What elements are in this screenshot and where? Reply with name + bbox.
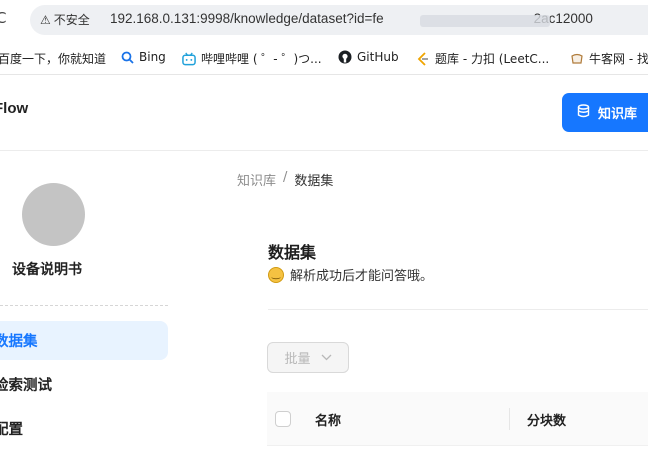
column-header-name[interactable]: 名称	[315, 410, 341, 429]
brand-logo-text[interactable]: Flow	[0, 100, 28, 117]
sidebar-item-retrieval-test[interactable]: 检索测试	[0, 365, 168, 404]
select-all-checkbox[interactable]	[275, 411, 291, 427]
url-field[interactable]: ⚠ 不安全 192.168.0.131:9998/knowledge/datas…	[30, 5, 648, 35]
github-icon	[338, 50, 352, 64]
bookmark-leetcode[interactable]: 题库 - 力扣 (LeetC...	[416, 50, 549, 67]
sidebar-item-label: 数据集	[0, 334, 38, 350]
bookmarks-bar: 百度一下，你就知道 Bing 哔哩哔哩 ( ゜- ゜)つ... GitHub 题…	[0, 40, 648, 75]
smile-icon: ‿	[268, 266, 284, 283]
sidebar-item-settings[interactable]: 配置	[0, 409, 168, 448]
bookmark-bing[interactable]: Bing	[120, 50, 166, 64]
knowledge-base-label: 知识库	[598, 107, 638, 122]
column-header-chunks[interactable]: 分块数	[527, 410, 566, 429]
bookmark-label: 百度一下，你就知道	[0, 52, 107, 66]
breadcrumb-current: 数据集	[294, 174, 334, 189]
bookmark-label: GitHub	[357, 50, 399, 64]
breadcrumb-root[interactable]: 知识库	[237, 170, 276, 189]
bookmark-github[interactable]: GitHub	[338, 50, 399, 64]
content-divider	[268, 309, 648, 310]
nowcoder-icon	[570, 52, 584, 66]
leetcode-icon	[416, 51, 430, 66]
bookmark-baidu[interactable]: 百度一下，你就知道	[0, 50, 106, 67]
sidebar-item-label: 配置	[0, 422, 23, 438]
database-icon	[577, 103, 590, 122]
page-subtitle: ‿ 解析成功后才能问答哦。	[268, 265, 433, 284]
dataset-avatar	[22, 183, 85, 246]
sidebar-item-dataset[interactable]: 数据集	[0, 321, 168, 360]
bilibili-icon	[182, 52, 196, 66]
app-header: Flow 知识库	[0, 76, 648, 151]
bookmark-bilibili[interactable]: 哔哩哔哩 ( ゜- ゜)つ...	[182, 50, 322, 67]
search-icon	[120, 50, 134, 64]
redacted-url-segment	[420, 15, 550, 27]
sidebar: 设备说明书 数据集 检索测试 配置	[0, 151, 185, 450]
bookmark-nowcoder[interactable]: 牛客网 - 找	[570, 50, 648, 67]
bookmark-label: Bing	[139, 50, 166, 64]
page-title: 数据集	[268, 243, 317, 262]
sidebar-item-label: 检索测试	[0, 378, 52, 394]
security-label: 不安全	[53, 13, 90, 27]
subtitle-text: 解析成功后才能问答哦。	[290, 269, 434, 284]
bookmark-label: 题库 - 力扣 (LeetC...	[435, 52, 550, 66]
breadcrumb: 知识库 / 数据集	[237, 170, 333, 189]
bookmark-label: 哔哩哔哩 ( ゜- ゜)つ...	[201, 52, 322, 66]
chevron-down-icon	[321, 350, 332, 365]
knowledge-base-button[interactable]: 知识库	[562, 93, 648, 132]
sidebar-divider	[0, 305, 168, 306]
warning-icon: ⚠	[40, 12, 51, 27]
bookmark-label: 牛客网 - 找	[589, 52, 648, 66]
batch-button[interactable]: 批量	[267, 342, 349, 373]
breadcrumb-separator: /	[283, 170, 288, 185]
column-separator	[509, 408, 510, 430]
security-indicator[interactable]: ⚠ 不安全	[40, 11, 90, 28]
table-header: 名称 分块数	[267, 392, 648, 446]
browser-address-bar: C ⚠ 不安全 192.168.0.131:9998/knowledge/dat…	[0, 0, 648, 40]
dataset-name: 设备说明书	[12, 262, 82, 278]
batch-label: 批量	[284, 352, 311, 367]
reload-icon[interactable]: C	[0, 9, 6, 27]
